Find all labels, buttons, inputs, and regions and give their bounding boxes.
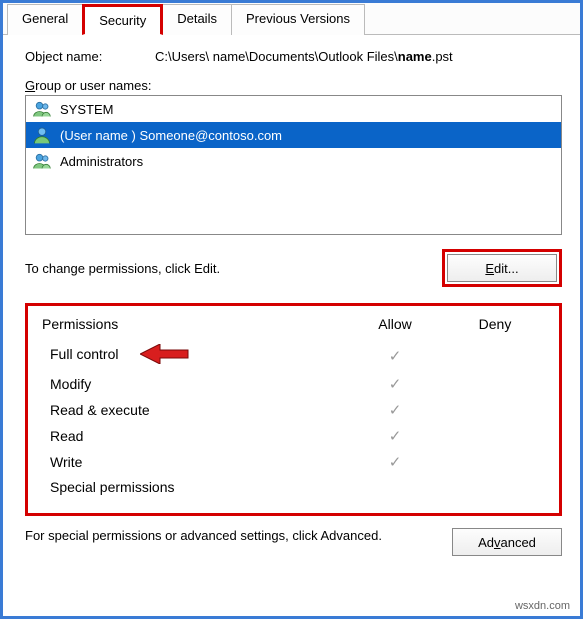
edit-button-highlight: Edit... bbox=[442, 249, 562, 287]
perm-allow: ✓ bbox=[345, 401, 445, 419]
permissions-header-deny: Deny bbox=[445, 316, 545, 332]
group-user-names-list[interactable]: SYSTEM (User name ) Someone@contoso.com … bbox=[25, 95, 562, 235]
edit-hint-text: To change permissions, click Edit. bbox=[25, 261, 220, 276]
perm-row-write: Write ✓ bbox=[42, 449, 545, 475]
perm-allow: ✓ bbox=[345, 427, 445, 445]
tab-details[interactable]: Details bbox=[162, 4, 232, 35]
tab-general[interactable]: General bbox=[7, 4, 83, 35]
perm-name: Read bbox=[50, 428, 345, 444]
perm-row-full-control: Full control ✓ bbox=[42, 340, 545, 371]
group-user-names-label: Group or user names: bbox=[25, 78, 562, 93]
permissions-section: Permissions Allow Deny Full control ✓ Mo… bbox=[25, 303, 562, 516]
perm-allow: ✓ bbox=[345, 453, 445, 471]
tab-bar: General Security Details Previous Versio… bbox=[3, 3, 580, 35]
watermark: wsxdn.com bbox=[515, 600, 570, 612]
perm-name: Read & execute bbox=[50, 402, 345, 418]
advanced-button[interactable]: Advanced bbox=[452, 528, 562, 556]
advanced-row: For special permissions or advanced sett… bbox=[25, 528, 562, 556]
perm-row-read-execute: Read & execute ✓ bbox=[42, 397, 545, 423]
permissions-header: Permissions Allow Deny bbox=[42, 316, 545, 332]
tab-security[interactable]: Security bbox=[82, 4, 163, 35]
edit-button[interactable]: Edit... bbox=[447, 254, 557, 282]
list-item-label: Administrators bbox=[60, 154, 143, 169]
permissions-header-allow: Allow bbox=[345, 316, 445, 332]
perm-row-modify: Modify ✓ bbox=[42, 371, 545, 397]
list-item-system[interactable]: SYSTEM bbox=[26, 96, 561, 122]
object-name-label: Object name: bbox=[25, 49, 155, 64]
check-icon: ✓ bbox=[389, 454, 402, 471]
tab-content: Object name: C:\Users\ name\Documents\Ou… bbox=[3, 35, 580, 564]
perm-allow: ✓ bbox=[345, 347, 445, 365]
object-name-row: Object name: C:\Users\ name\Documents\Ou… bbox=[25, 49, 562, 64]
check-icon: ✓ bbox=[389, 348, 402, 365]
check-icon: ✓ bbox=[389, 428, 402, 445]
arrow-icon bbox=[140, 344, 190, 367]
perm-name: Full control bbox=[50, 344, 345, 367]
users-icon bbox=[32, 151, 52, 171]
perm-name: Special permissions bbox=[50, 479, 345, 495]
list-item-user[interactable]: (User name ) Someone@contoso.com bbox=[26, 122, 561, 148]
check-icon: ✓ bbox=[389, 376, 402, 393]
object-name-value: C:\Users\ name\Documents\Outlook Files\n… bbox=[155, 49, 453, 64]
perm-row-read: Read ✓ bbox=[42, 423, 545, 449]
list-item-admins[interactable]: Administrators bbox=[26, 148, 561, 174]
check-icon: ✓ bbox=[389, 402, 402, 419]
users-icon bbox=[32, 99, 52, 119]
list-item-label: SYSTEM bbox=[60, 102, 113, 117]
perm-row-special: Special permissions bbox=[42, 475, 545, 499]
properties-window: General Security Details Previous Versio… bbox=[0, 0, 583, 619]
perm-name: Write bbox=[50, 454, 345, 470]
user-icon bbox=[32, 125, 52, 145]
advanced-hint-text: For special permissions or advanced sett… bbox=[25, 528, 382, 545]
perm-allow: ✓ bbox=[345, 375, 445, 393]
edit-row: To change permissions, click Edit. Edit.… bbox=[25, 249, 562, 287]
perm-name: Modify bbox=[50, 376, 345, 392]
list-item-label: (User name ) Someone@contoso.com bbox=[60, 128, 282, 143]
permissions-header-label: Permissions bbox=[42, 316, 345, 332]
tab-previous-versions[interactable]: Previous Versions bbox=[231, 4, 365, 35]
